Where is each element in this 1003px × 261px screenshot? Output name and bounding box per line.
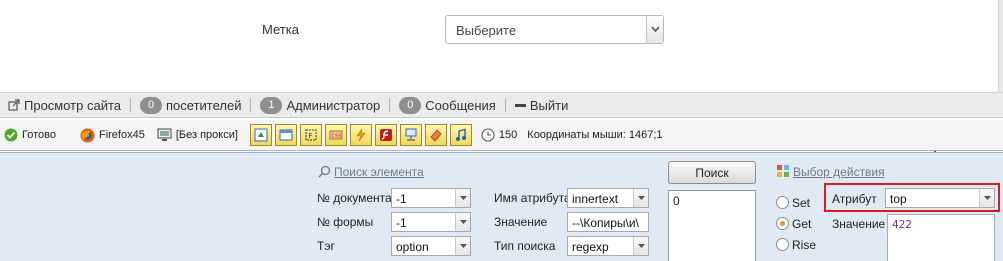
svg-text:CSS: CSS bbox=[331, 134, 341, 140]
value-input[interactable]: --\Копиры\и\ bbox=[567, 212, 649, 232]
logout-link[interactable]: Выйти bbox=[514, 97, 569, 113]
divider bbox=[504, 98, 506, 112]
admins-link[interactable]: 1 Администратор bbox=[260, 96, 381, 114]
grid-icon bbox=[777, 165, 789, 177]
page-form-area: Метка Выберите bbox=[0, 0, 1003, 170]
timer-status: 150 bbox=[481, 128, 517, 142]
visitors-link[interactable]: 0 посетителей bbox=[140, 96, 242, 114]
window-tool-icon[interactable] bbox=[274, 124, 297, 146]
svg-text:F: F bbox=[308, 132, 312, 140]
chevron-down-icon[interactable] bbox=[455, 237, 470, 255]
chevron-down-icon[interactable] bbox=[979, 189, 994, 207]
search-type-value: regexp bbox=[572, 240, 609, 254]
admin-bar: Просмотр сайта 0 посетителей 1 Администр… bbox=[0, 92, 1003, 118]
lightning-tool-icon[interactable] bbox=[349, 124, 372, 146]
element-search-panel: Поиск элемента № документа -1 № формы -1… bbox=[0, 152, 1003, 261]
attr-name-select[interactable]: innertext bbox=[567, 188, 649, 208]
value-label: Значение bbox=[494, 215, 548, 229]
visitors-badge: 0 bbox=[140, 96, 163, 114]
messages-badge: 0 bbox=[399, 96, 422, 114]
result-value-label: Значение bbox=[832, 217, 886, 231]
doc-number-label: № документа bbox=[317, 191, 392, 205]
view-site-label: Просмотр сайта bbox=[24, 97, 122, 113]
radio-set-label: Set bbox=[792, 196, 811, 210]
form-number-select[interactable]: -1 bbox=[391, 212, 471, 232]
chevron-down-icon[interactable] bbox=[646, 16, 663, 43]
divider bbox=[389, 98, 391, 112]
attr-name-value: innertext bbox=[572, 192, 619, 206]
ready-status: Готово bbox=[4, 128, 56, 142]
status-bar: Готово Firefox45 [Без прокси] F CSS 150 … bbox=[0, 120, 1003, 151]
radio-rise[interactable] bbox=[776, 238, 789, 251]
divider bbox=[250, 98, 252, 112]
check-circle-icon bbox=[4, 128, 18, 142]
flash-tool-icon[interactable] bbox=[374, 124, 397, 146]
monitor-icon bbox=[157, 128, 172, 141]
chevron-down-icon[interactable] bbox=[633, 189, 648, 207]
clock-icon bbox=[481, 128, 495, 142]
attribute-label: Атрибут bbox=[832, 192, 877, 206]
result-value-box[interactable]: 422 bbox=[887, 214, 995, 261]
firefox-icon bbox=[80, 128, 95, 142]
network-tool-icon[interactable] bbox=[399, 124, 422, 146]
css-tool-icon[interactable]: CSS bbox=[324, 124, 347, 146]
metka-label: Метка bbox=[262, 22, 299, 37]
tag-select[interactable]: option bbox=[391, 236, 471, 256]
metka-select[interactable]: Выберите bbox=[445, 15, 664, 44]
eraser-tool-icon[interactable] bbox=[424, 124, 447, 146]
timer-value: 150 bbox=[498, 129, 518, 141]
tag-value: option bbox=[396, 240, 429, 254]
radio-get-label: Get bbox=[792, 217, 812, 231]
action-select-link[interactable]: Выбор действия bbox=[793, 165, 885, 179]
search-icon bbox=[318, 165, 331, 178]
chevron-down-icon[interactable] bbox=[455, 189, 470, 207]
radio-get[interactable] bbox=[776, 217, 789, 230]
browser-label: Firefox45 bbox=[98, 129, 145, 141]
value-input-text: --\Копиры\и\ bbox=[572, 216, 639, 230]
mouse-coords-label: Координаты мыши: 1467;1 bbox=[527, 129, 663, 141]
messages-label: Сообщения bbox=[425, 97, 496, 113]
logout-label: Выйти bbox=[529, 97, 569, 113]
external-link-icon bbox=[8, 99, 20, 111]
search-type-select[interactable]: regexp bbox=[567, 236, 649, 256]
music-tool-icon[interactable] bbox=[449, 124, 472, 146]
tag-label: Тэг bbox=[317, 239, 335, 253]
result-value-text: 422 bbox=[892, 218, 912, 231]
mouse-coords: Координаты мыши: 1467;1 bbox=[527, 129, 662, 141]
proxy-status[interactable]: [Без прокси] bbox=[157, 128, 238, 142]
form-number-value: -1 bbox=[396, 216, 407, 230]
minus-icon bbox=[514, 103, 526, 107]
metka-select-value: Выберите bbox=[456, 23, 517, 38]
chevron-down-icon[interactable] bbox=[633, 237, 648, 255]
radio-set[interactable] bbox=[776, 196, 789, 209]
proxy-label: [Без прокси] bbox=[175, 129, 238, 141]
screenshot-tool-icon[interactable] bbox=[249, 124, 272, 146]
doc-number-value: -1 bbox=[396, 192, 407, 206]
attribute-value: top bbox=[890, 192, 907, 206]
attribute-select[interactable]: top bbox=[885, 188, 995, 208]
toolbar-buttons: F CSS bbox=[249, 124, 475, 146]
doc-number-select[interactable]: -1 bbox=[391, 188, 471, 208]
visitors-label: посетителей bbox=[166, 97, 242, 113]
search-element-link[interactable]: Поиск элемента bbox=[334, 165, 424, 179]
admins-label: Администратор bbox=[286, 97, 381, 113]
admins-badge: 1 bbox=[260, 96, 283, 114]
form-number-label: № формы bbox=[317, 215, 374, 229]
results-list[interactable]: 0 bbox=[668, 190, 756, 261]
messages-link[interactable]: 0 Сообщения bbox=[399, 96, 496, 114]
browser-status[interactable]: Firefox45 bbox=[80, 128, 145, 143]
ready-label: Готово bbox=[22, 129, 56, 141]
list-item[interactable]: 0 bbox=[673, 194, 680, 208]
scrollbar[interactable] bbox=[998, 0, 1003, 92]
chevron-down-icon[interactable] bbox=[455, 213, 470, 231]
search-button[interactable]: Поиск bbox=[668, 161, 756, 184]
frame-tool-icon[interactable]: F bbox=[299, 124, 322, 146]
radio-rise-label: Rise bbox=[792, 238, 817, 252]
attr-name-label: Имя атрибута bbox=[494, 191, 571, 205]
view-site-link[interactable]: Просмотр сайта bbox=[8, 98, 121, 113]
divider bbox=[130, 98, 132, 112]
search-type-label: Тип поиска bbox=[494, 239, 556, 253]
